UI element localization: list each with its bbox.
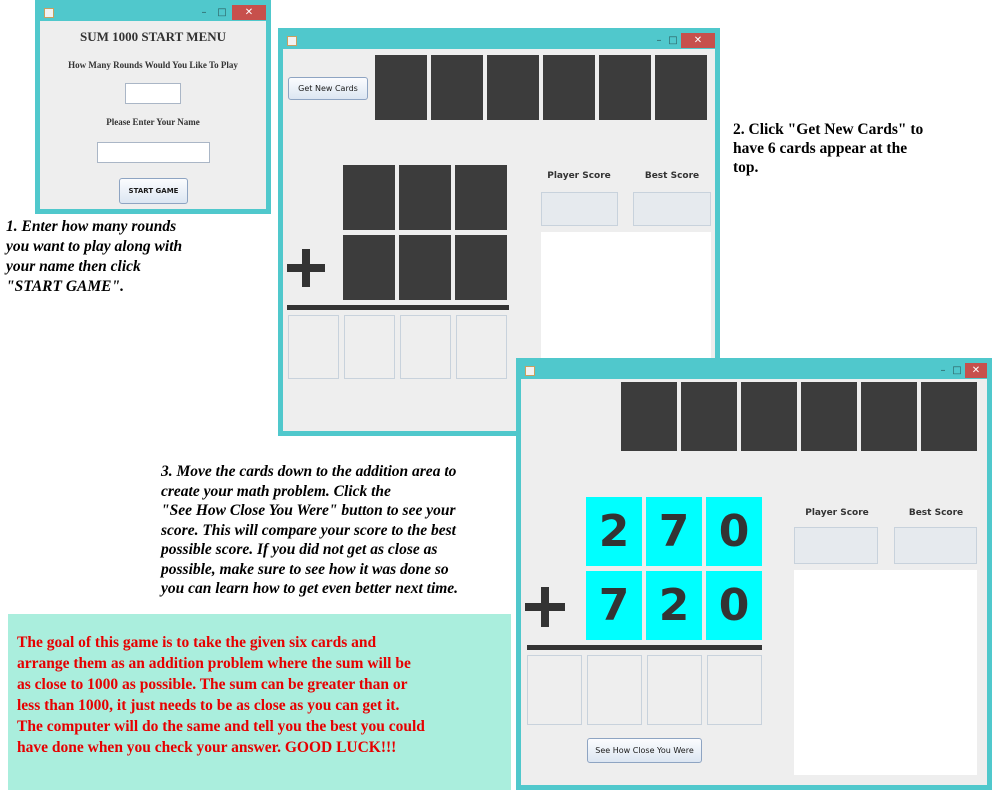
addend-slot[interactable]: [455, 165, 507, 230]
sum-slot: [288, 315, 339, 379]
best-score-label: Best Score: [908, 508, 964, 518]
caption-line: possible score. If you did not get as cl…: [161, 541, 438, 558]
start-menu-window: – □ ✕ SUM 1000 START MENU How Many Round…: [35, 0, 271, 214]
close-button[interactable]: ✕: [681, 33, 715, 48]
caption-line: "START GAME".: [6, 278, 124, 295]
get-new-cards-button[interactable]: Get New Cards: [288, 77, 368, 100]
caption-line: possible, make sure to see how it was do…: [161, 560, 449, 578]
sum-slot: [344, 315, 395, 379]
addend-slot[interactable]: [343, 235, 395, 300]
maximize-button[interactable]: □: [667, 33, 679, 48]
dealt-card[interactable]: [681, 382, 737, 451]
java-app-icon: [44, 8, 54, 18]
name-prompt: Please Enter Your Name: [106, 117, 200, 127]
player-score-box: [794, 527, 878, 564]
caption-line: "See How Close You Were" button to see y…: [161, 502, 456, 519]
addend-card[interactable]: 7: [586, 571, 642, 640]
goal-line: arrange them as an addition problem wher…: [17, 655, 411, 672]
goal-line: less than 1000, it just needs to be as c…: [17, 697, 400, 714]
menu-title: SUM 1000 START MENU: [79, 29, 227, 44]
minimize-button[interactable]: –: [937, 363, 949, 378]
goal-line: have done when you check your answer. GO…: [17, 739, 397, 756]
dealt-card[interactable]: [431, 55, 483, 120]
addend-slot[interactable]: [399, 165, 451, 230]
maximize-button[interactable]: □: [951, 363, 963, 378]
goal-line: as close to 1000 as possible. The sum ca…: [17, 676, 408, 693]
best-score-label: Best Score: [644, 171, 700, 181]
caption-line: create your math problem. Click the: [161, 482, 391, 500]
sum-line: [287, 305, 509, 310]
rounds-prompt: How Many Rounds Would You Like To Play: [68, 60, 238, 70]
name-input[interactable]: [97, 142, 210, 163]
caption-line: 3. Move the cards down to the addition a…: [161, 463, 457, 480]
addend-card[interactable]: 7: [646, 497, 702, 566]
dealt-card[interactable]: [487, 55, 539, 120]
plus-icon: [525, 587, 565, 627]
step3-caption: 3. Move the cards down to the addition a…: [161, 462, 458, 599]
sum-slot: [456, 315, 507, 379]
caption-line: have 6 cards appear at the: [733, 140, 908, 157]
dealt-card[interactable]: [599, 55, 651, 120]
goal-line: The goal of this game is to take the giv…: [17, 634, 377, 651]
sum-line: [527, 645, 762, 650]
game-window-arranged: – □ ✕ 2 7 0 7 2 0 See How Close You Were…: [516, 358, 992, 790]
caption-line: top.: [733, 159, 759, 176]
close-button[interactable]: ✕: [232, 5, 266, 20]
minimize-button[interactable]: –: [653, 33, 665, 48]
addend-card[interactable]: 2: [586, 497, 642, 566]
goal-text: The goal of this game is to take the giv…: [17, 632, 507, 758]
dealt-card[interactable]: [801, 382, 857, 451]
sum-slot: [707, 655, 762, 725]
addend-card[interactable]: 2: [646, 571, 702, 640]
player-score-box: [541, 192, 618, 226]
see-how-close-button[interactable]: See How Close You Were: [587, 738, 702, 763]
caption-line: you want to play along with: [6, 238, 183, 255]
results-panel: [794, 570, 977, 775]
dealt-card[interactable]: [861, 382, 917, 451]
dealt-card[interactable]: [741, 382, 797, 451]
player-score-label: Player Score: [805, 508, 869, 518]
sum-slot: [647, 655, 702, 725]
dealt-card[interactable]: [921, 382, 977, 451]
rounds-input[interactable]: [125, 83, 181, 104]
sum-slot: [587, 655, 642, 725]
title-bar: – □ ✕: [40, 5, 266, 21]
title-bar: – □ ✕: [283, 33, 715, 49]
goal-line: The computer will do the same and tell y…: [17, 718, 425, 735]
dealt-card[interactable]: [655, 55, 707, 120]
maximize-button[interactable]: □: [214, 5, 230, 20]
addend-slot[interactable]: [399, 235, 451, 300]
step1-caption: 1. Enter how many rounds you want to pla…: [6, 217, 182, 297]
step2-caption: 2. Click "Get New Cards" to have 6 cards…: [733, 120, 923, 177]
java-app-icon: [525, 366, 535, 376]
sum-slot: [400, 315, 451, 379]
java-app-icon: [287, 36, 297, 46]
caption-line: you can learn how to get even better nex…: [161, 580, 459, 597]
player-score-label: Player Score: [547, 171, 611, 181]
best-score-box: [894, 527, 977, 564]
addend-slot[interactable]: [455, 235, 507, 300]
caption-line: your name then click: [6, 258, 141, 275]
sum-slot: [527, 655, 582, 725]
dealt-card[interactable]: [375, 55, 427, 120]
close-button[interactable]: ✕: [965, 363, 987, 378]
plus-icon: [287, 249, 325, 287]
addend-card[interactable]: 0: [706, 497, 762, 566]
goal-box: The goal of this game is to take the giv…: [8, 614, 511, 790]
title-bar: – □ ✕: [521, 363, 987, 379]
addend-card[interactable]: 0: [706, 571, 762, 640]
caption-line: score. This will compare your score to t…: [161, 521, 456, 539]
best-score-box: [633, 192, 711, 226]
dealt-card[interactable]: [621, 382, 677, 451]
addend-slot[interactable]: [343, 165, 395, 230]
dealt-card[interactable]: [543, 55, 595, 120]
caption-line: 2. Click "Get New Cards" to: [733, 121, 924, 138]
minimize-button[interactable]: –: [196, 5, 212, 20]
caption-line: 1. Enter how many rounds: [6, 218, 177, 235]
start-game-button[interactable]: START GAME: [119, 178, 188, 204]
